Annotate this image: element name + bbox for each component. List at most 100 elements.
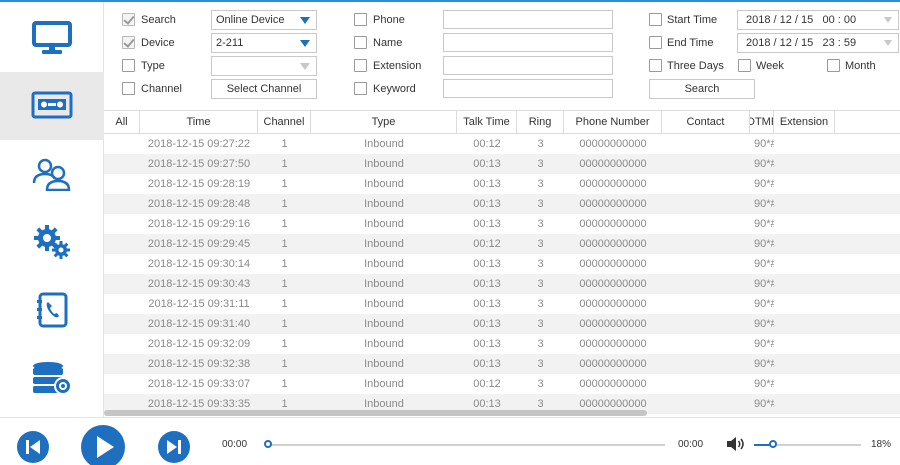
column-header-extension[interactable]: Extension [774,111,835,133]
table-row[interactable]: 2018-12-15 09:31:11 1 Inbound 00:13 3 0000000… [104,294,900,314]
device-select[interactable]: 2-211 [211,33,317,53]
keyword-checkbox[interactable] [354,82,367,95]
cell-type: Inbound [364,358,404,370]
cell-dtmf: 90*# [754,278,774,290]
skip-next-icon [157,431,191,465]
cell-dtmf: 90*# [754,198,774,210]
table-row[interactable]: 2018-12-15 09:31:40 1 Inbound 00:13 3 0000000… [104,314,900,334]
channel-checkbox[interactable] [122,82,135,95]
sidebar-item-storage[interactable] [0,344,104,412]
table-row[interactable]: 2018-12-15 09:29:45 1 Inbound 00:12 3 0000000… [104,234,900,254]
cell-phone-number: 00000000000 [579,318,647,330]
sidebar-item-settings[interactable] [0,208,104,276]
previous-track-button[interactable] [16,430,50,465]
week-label: Week [756,60,784,72]
table-row[interactable]: 2018-12-15 09:29:16 1 Inbound 00:13 3 0000000… [104,214,900,234]
table-row[interactable]: 2018-12-15 09:30:14 1 Inbound 00:13 3 0000000… [104,254,900,274]
extension-input[interactable] [443,56,613,75]
start-time-checkbox[interactable] [649,13,662,26]
table-header: All Time Channel Type Talk Time Ring Pho… [104,110,900,134]
device-checkbox[interactable] [122,36,135,49]
horizontal-scrollbar[interactable] [104,410,647,416]
column-header-contact[interactable]: Contact [662,111,750,133]
search-checkbox[interactable] [122,13,135,26]
sidebar-item-monitor[interactable] [0,4,104,72]
column-header-channel[interactable]: Channel [258,111,311,133]
end-time-checkbox[interactable] [649,36,662,49]
column-header-talk-time[interactable]: Talk Time [457,111,517,133]
name-input[interactable] [443,33,613,52]
table-row[interactable]: 2018-12-15 09:27:50 1 Inbound 00:13 3 0000000… [104,154,900,174]
next-track-button[interactable] [157,430,191,465]
current-time: 00:00 [222,439,248,450]
cell-ring: 3 [537,378,544,390]
cell-contact [662,254,750,274]
chevron-down-icon [884,17,892,23]
play-button[interactable] [80,424,126,465]
week-checkbox[interactable] [738,59,751,72]
table-row[interactable]: 2018-12-15 09:28:19 1 Inbound 00:13 3 0000000… [104,174,900,194]
sidebar-item-users[interactable] [0,140,104,208]
progress-handle[interactable] [264,440,272,448]
chevron-down-icon [300,63,310,70]
cell-ring: 3 [537,298,544,310]
cell-time: 2018-12-15 09:28:19 [147,178,251,190]
table-row[interactable]: 2018-12-15 09:28:48 1 Inbound 00:13 3 0000000… [104,194,900,214]
cell-contact [662,394,750,414]
cell-time: 2018-12-15 09:30:14 [147,258,251,270]
month-label: Month [845,60,876,72]
type-label: Type [141,60,165,72]
table-row[interactable]: 2018-12-15 09:27:22 1 Inbound 00:12 3 0000000… [104,134,900,154]
type-checkbox[interactable] [122,59,135,72]
select-channel-button[interactable]: Select Channel [211,79,317,99]
cell-time: 2018-12-15 09:29:16 [147,218,251,230]
cell-type: Inbound [364,298,404,310]
type-select[interactable] [211,56,317,76]
search-source-select[interactable]: Online Device [211,10,317,30]
table-row[interactable]: 2018-12-15 09:30:43 1 Inbound 00:13 3 0000000… [104,274,900,294]
tape-recorder-icon [31,91,73,121]
sidebar-item-recordings[interactable] [0,72,104,140]
end-time-picker[interactable]: 2018 / 12 / 15 23 : 59 [737,33,899,53]
cell-channel: 1 [281,198,288,210]
cell-phone-number: 00000000000 [579,178,647,190]
progress-slider[interactable] [268,444,665,446]
extension-checkbox[interactable] [354,59,367,72]
cell-dtmf: 90*# [754,178,774,190]
column-header-phone-number[interactable]: Phone Number [564,111,662,133]
start-time-picker[interactable]: 2018 / 12 / 15 00 : 00 [737,10,899,30]
name-checkbox[interactable] [354,36,367,49]
three-days-checkbox[interactable] [649,59,662,72]
cell-time: 2018-12-15 09:30:43 [147,278,251,290]
device-label: Device [141,37,175,49]
sidebar-item-phonebook[interactable] [0,276,104,344]
volume-icon [726,437,746,455]
column-header-dtmf[interactable]: DTMF [750,111,774,133]
cell-time: 2018-12-15 09:31:11 [148,298,250,310]
cell-talk-time: 00:12 [473,378,501,390]
cell-type: Inbound [364,178,404,190]
table-row[interactable]: 2018-12-15 09:33:07 1 Inbound 00:12 3 0000000… [104,374,900,394]
column-header-all[interactable]: All [104,111,140,133]
phone-checkbox[interactable] [354,13,367,26]
cell-channel: 1 [281,278,288,290]
name-label: Name [373,37,403,49]
phone-input[interactable] [443,10,613,29]
month-checkbox[interactable] [827,59,840,72]
cell-type: Inbound [364,378,404,390]
cell-phone-number: 00000000000 [579,278,647,290]
cell-ring: 3 [537,178,544,190]
column-header-type[interactable]: Type [311,111,457,133]
table-row[interactable]: 2018-12-15 09:32:38 1 Inbound 00:13 3 0000000… [104,354,900,374]
cell-extension [774,314,835,334]
table-row[interactable]: 2018-12-15 09:32:09 1 Inbound 00:13 3 0000000… [104,334,900,354]
cell-ring: 3 [537,198,544,210]
volume-handle[interactable] [769,440,778,448]
cell-type: Inbound [364,258,404,270]
keyword-input[interactable] [443,79,613,98]
column-header-time[interactable]: Time [140,111,258,133]
search-button[interactable]: Search [649,79,755,99]
cell-extension [774,214,835,234]
column-header-ring[interactable]: Ring [517,111,564,133]
mute-button[interactable] [726,436,746,455]
